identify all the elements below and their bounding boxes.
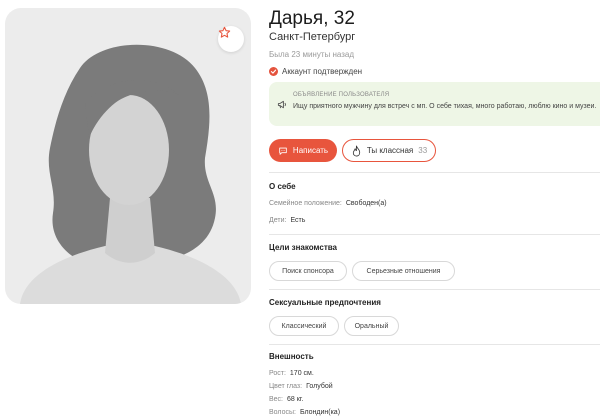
row-key: Рост: xyxy=(269,370,286,377)
preference-chip-classic[interactable]: Классический xyxy=(269,316,339,336)
row-key: Цвет глаз: xyxy=(269,383,303,390)
verified-badge: Аккаунт подтвержден xyxy=(269,67,362,76)
write-message-button[interactable]: Написать xyxy=(269,139,337,162)
compliment-button[interactable]: Ты классная 33 xyxy=(342,139,436,162)
flame-icon xyxy=(352,145,360,156)
star-icon xyxy=(218,26,231,38)
row-value: Есть xyxy=(290,217,306,224)
row-key: Дети: xyxy=(269,217,287,224)
chat-icon xyxy=(279,147,287,155)
announcement-text: Ищу приятного мужчину для встреч с мп. О… xyxy=(293,103,597,110)
preference-chip-oral[interactable]: Оральный xyxy=(344,316,399,336)
about-title: О себе xyxy=(269,182,296,191)
profile-info: Дарья, 32 Санкт-Петербург Была 23 минуты… xyxy=(269,0,600,417)
favorite-button[interactable] xyxy=(218,26,244,52)
user-announcement: ОБЪЯВЛЕНИЕ ПОЛЬЗОВАТЕЛЯ Ищу приятного му… xyxy=(269,82,600,126)
check-icon xyxy=(269,67,278,76)
megaphone-icon xyxy=(277,100,286,109)
row-value: Свободен(а) xyxy=(345,200,387,207)
write-message-label: Написать xyxy=(292,146,329,155)
goals-title: Цели знакомства xyxy=(269,243,337,252)
row-key: Семейное положение: xyxy=(269,200,342,207)
row-value: Блондин(ка) xyxy=(299,409,341,416)
compliment-count: 33 xyxy=(418,146,428,155)
announcement-title: ОБЪЯВЛЕНИЕ ПОЛЬЗОВАТЕЛЯ xyxy=(293,92,390,98)
divider xyxy=(269,289,600,290)
about-row-children: Дети: Есть xyxy=(269,217,305,224)
profile-photo[interactable] xyxy=(5,8,251,304)
preferences-title: Сексуальные предпочтения xyxy=(269,298,381,307)
divider xyxy=(269,344,600,345)
about-row-marital: Семейное положение: Свободен(а) xyxy=(269,200,387,207)
compliment-label: Ты классная xyxy=(366,146,414,155)
row-key: Вес: xyxy=(269,396,284,403)
appearance-row-weight: Вес: 68 кг. xyxy=(269,396,303,403)
appearance-title: Внешность xyxy=(269,352,314,361)
divider xyxy=(269,172,600,173)
appearance-row-height: Рост: 170 см. xyxy=(269,370,314,377)
last-seen: Была 23 минуты назад xyxy=(269,50,355,59)
divider xyxy=(269,234,600,235)
goal-chip-serious[interactable]: Серьезные отношения xyxy=(352,261,455,281)
appearance-row-hair: Волосы: Блондин(ка) xyxy=(269,409,340,416)
profile-city: Санкт-Петербург xyxy=(269,31,356,43)
avatar-placeholder-image xyxy=(20,44,241,304)
appearance-row-eyes: Цвет глаз: Голубой xyxy=(269,383,333,390)
row-value: 68 кг. xyxy=(287,396,304,403)
row-value: 170 см. xyxy=(289,370,314,377)
goal-chip-sponsor[interactable]: Поиск спонсора xyxy=(269,261,347,281)
row-key: Волосы: xyxy=(269,409,296,416)
profile-name: Дарья, 32 xyxy=(269,8,355,29)
row-value: Голубой xyxy=(306,383,333,390)
verified-label: Аккаунт подтвержден xyxy=(282,67,363,76)
